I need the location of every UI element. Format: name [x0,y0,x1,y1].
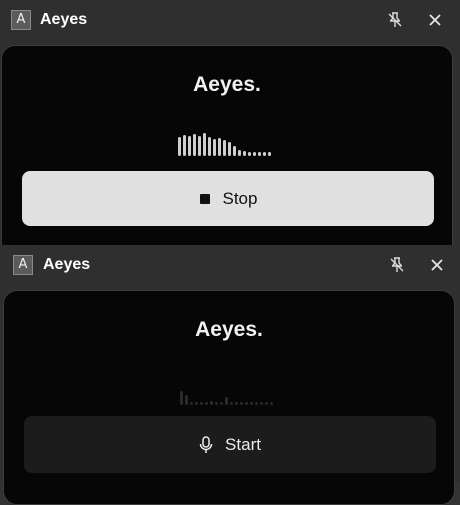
microphone-icon [199,435,213,453]
stop-icon [199,193,210,204]
wave-bar [210,401,213,405]
wave-bar [200,402,203,405]
wave-bar [240,402,243,405]
wave-bar [260,402,263,405]
close-icon [431,259,443,271]
wave-bar [248,152,251,156]
stop-button-label: Stop [222,188,258,208]
unpin-button[interactable] [383,8,407,32]
wave-bar [203,133,206,156]
wave-bar [198,136,201,156]
main-card: Aeyes. Start [3,290,455,505]
wave-bar [245,402,248,405]
wave-bar [223,140,226,156]
wave-bar [250,402,253,405]
wave-bar [208,137,211,156]
wave-bar [225,397,228,405]
wave-bar [255,402,258,405]
wave-bar [235,402,238,405]
wave-bar [263,152,266,156]
title-bar[interactable]: A Aeyes [0,245,460,285]
close-button[interactable] [425,253,449,277]
wave-bar [183,135,186,156]
aeyes-window-recording: A Aeyes Aeyes. Stop [0,0,460,260]
wave-bar [268,152,271,156]
window-title: Aeyes [40,11,88,28]
wave-bar [238,150,241,156]
app-icon: A [13,255,33,275]
start-button[interactable]: Start [24,416,436,473]
window-title: Aeyes [43,256,91,273]
unpin-button[interactable] [385,253,409,277]
audio-waveform [180,381,282,405]
wave-bar [180,391,183,405]
wave-bar [213,139,216,156]
main-card: Aeyes. Stop [1,45,453,260]
brand-logo: Aeyes. [193,73,261,96]
wave-bar [185,395,188,405]
unpin-icon [388,12,402,27]
wave-bar [205,402,208,405]
close-button[interactable] [423,8,447,32]
wave-bar [193,134,196,156]
wave-bar [230,402,233,405]
wave-bar [228,142,231,156]
wave-bar [218,138,221,156]
wave-bar [188,136,191,156]
wave-bar [253,152,256,156]
wave-bar [233,146,236,156]
title-bar[interactable]: A Aeyes [0,0,460,40]
wave-bar [195,402,198,405]
audio-waveform [178,132,280,156]
aeyes-window-idle: A Aeyes Aeyes. Start [0,245,460,505]
start-button-label: Start [225,434,261,454]
close-icon [429,14,441,26]
stop-button[interactable]: Stop [22,171,434,226]
wave-bar [178,137,181,156]
wave-bar [190,402,193,405]
wave-bar [220,402,223,405]
unpin-icon [390,257,404,272]
wave-bar [258,152,261,156]
app-icon: A [11,10,31,30]
wave-bar [243,151,246,156]
wave-bar [270,402,273,405]
wave-bar [265,402,268,405]
brand-logo: Aeyes. [195,318,263,341]
wave-bar [215,402,218,405]
